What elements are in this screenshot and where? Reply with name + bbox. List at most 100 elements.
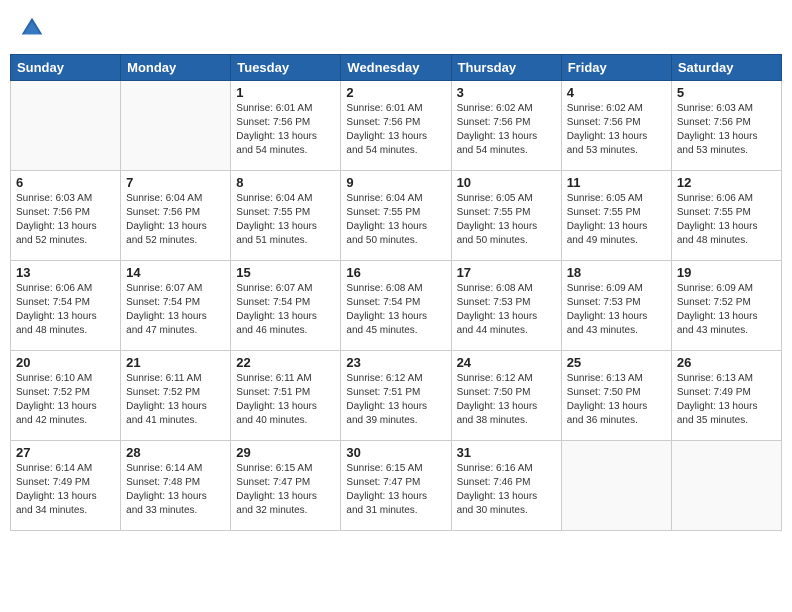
day-number: 31 xyxy=(457,445,556,460)
day-info: Sunrise: 6:06 AMSunset: 7:55 PMDaylight:… xyxy=(677,192,776,248)
day-number: 2 xyxy=(346,85,445,100)
calendar-week-row: 1 Sunrise: 6:01 AMSunset: 7:56 PMDaylight… xyxy=(11,81,782,171)
calendar-cell: 26 Sunrise: 6:13 AMSunset: 7:49 PMDayligh… xyxy=(671,351,781,441)
calendar-cell: 8 Sunrise: 6:04 AMSunset: 7:55 PMDaylight… xyxy=(231,171,341,261)
day-number: 5 xyxy=(677,85,776,100)
day-number: 11 xyxy=(567,175,666,190)
calendar-cell: 15Sunrise: 6:07 AMSunset: 7:54 PMDayligh… xyxy=(231,261,341,351)
page-header xyxy=(10,10,782,46)
day-info: Sunrise: 6:03 AMSunset: 7:56 PMDaylight:… xyxy=(677,102,776,158)
calendar-week-row: 6 Sunrise: 6:03 AMSunset: 7:56 PMDaylight… xyxy=(11,171,782,261)
day-info: Sunrise: 6:06 AMSunset: 7:54 PMDaylight:… xyxy=(16,282,115,338)
calendar-cell: 11 Sunrise: 6:05 AMSunset: 7:55 PMDayligh… xyxy=(561,171,671,261)
day-number: 4 xyxy=(567,85,666,100)
calendar-cell: 9 Sunrise: 6:04 AMSunset: 7:55 PMDaylight… xyxy=(341,171,451,261)
day-number: 28 xyxy=(126,445,225,460)
day-info: Sunrise: 6:09 AMSunset: 7:52 PMDaylight:… xyxy=(677,282,776,338)
day-info: Sunrise: 6:05 AMSunset: 7:55 PMDaylight:… xyxy=(457,192,556,248)
day-number: 18 xyxy=(567,265,666,280)
calendar-cell: 17 Sunrise: 6:08 AMSunset: 7:53 PMDayligh… xyxy=(451,261,561,351)
day-number: 27 xyxy=(16,445,115,460)
weekday-header: Sunday xyxy=(11,55,121,81)
day-number: 15 xyxy=(236,265,335,280)
weekday-header: Thursday xyxy=(451,55,561,81)
calendar-cell: 28 Sunrise: 6:14 AMSunset: 7:48 PMDayligh… xyxy=(121,441,231,531)
day-info: Sunrise: 6:04 AMSunset: 7:55 PMDaylight:… xyxy=(236,192,335,248)
day-number: 29 xyxy=(236,445,335,460)
weekday-header: Friday xyxy=(561,55,671,81)
calendar-cell: 19 Sunrise: 6:09 AMSunset: 7:52 PMDayligh… xyxy=(671,261,781,351)
day-number: 12 xyxy=(677,175,776,190)
day-number: 26 xyxy=(677,355,776,370)
calendar-cell: 12 Sunrise: 6:06 AMSunset: 7:55 PMDayligh… xyxy=(671,171,781,261)
calendar-cell: 24 Sunrise: 6:12 AMSunset: 7:50 PMDayligh… xyxy=(451,351,561,441)
calendar-cell: 20 Sunrise: 6:10 AMSunset: 7:52 PMDayligh… xyxy=(11,351,121,441)
day-number: 19 xyxy=(677,265,776,280)
day-info: Sunrise: 6:08 AMSunset: 7:53 PMDaylight:… xyxy=(457,282,556,338)
day-number: 24 xyxy=(457,355,556,370)
calendar-cell: 31 Sunrise: 6:16 AMSunset: 7:46 PMDayligh… xyxy=(451,441,561,531)
day-info: Sunrise: 6:09 AMSunset: 7:53 PMDaylight:… xyxy=(567,282,666,338)
day-number: 20 xyxy=(16,355,115,370)
day-number: 22 xyxy=(236,355,335,370)
calendar-week-row: 13 Sunrise: 6:06 AMSunset: 7:54 PMDayligh… xyxy=(11,261,782,351)
day-number: 23 xyxy=(346,355,445,370)
calendar-cell: 10 Sunrise: 6:05 AMSunset: 7:55 PMDayligh… xyxy=(451,171,561,261)
day-info: Sunrise: 6:13 AMSunset: 7:49 PMDaylight:… xyxy=(677,372,776,428)
calendar-week-row: 20 Sunrise: 6:10 AMSunset: 7:52 PMDayligh… xyxy=(11,351,782,441)
day-info: Sunrise: 6:14 AMSunset: 7:48 PMDaylight:… xyxy=(126,462,225,518)
weekday-header: Tuesday xyxy=(231,55,341,81)
calendar-cell: 25Sunrise: 6:13 AMSunset: 7:50 PMDayligh… xyxy=(561,351,671,441)
calendar-cell: 7Sunrise: 6:04 AMSunset: 7:56 PMDaylight… xyxy=(121,171,231,261)
day-info: Sunrise: 6:03 AMSunset: 7:56 PMDaylight:… xyxy=(16,192,115,248)
calendar-week-row: 27 Sunrise: 6:14 AMSunset: 7:49 PMDayligh… xyxy=(11,441,782,531)
calendar-cell xyxy=(121,81,231,171)
day-number: 8 xyxy=(236,175,335,190)
day-info: Sunrise: 6:08 AMSunset: 7:54 PMDaylight:… xyxy=(346,282,445,338)
calendar-cell xyxy=(561,441,671,531)
calendar-cell: 22 Sunrise: 6:11 AMSunset: 7:51 PMDayligh… xyxy=(231,351,341,441)
weekday-header: Monday xyxy=(121,55,231,81)
day-info: Sunrise: 6:01 AMSunset: 7:56 PMDaylight:… xyxy=(346,102,445,158)
day-info: Sunrise: 6:16 AMSunset: 7:46 PMDaylight:… xyxy=(457,462,556,518)
day-info: Sunrise: 6:10 AMSunset: 7:52 PMDaylight:… xyxy=(16,372,115,428)
day-info: Sunrise: 6:01 AMSunset: 7:56 PMDaylight:… xyxy=(236,102,335,158)
calendar-table: SundayMondayTuesdayWednesdayThursdayFrid… xyxy=(10,54,782,531)
day-number: 13 xyxy=(16,265,115,280)
calendar-cell: 13 Sunrise: 6:06 AMSunset: 7:54 PMDayligh… xyxy=(11,261,121,351)
calendar-cell: 1 Sunrise: 6:01 AMSunset: 7:56 PMDaylight… xyxy=(231,81,341,171)
day-info: Sunrise: 6:05 AMSunset: 7:55 PMDaylight:… xyxy=(567,192,666,248)
day-number: 14 xyxy=(126,265,225,280)
day-info: Sunrise: 6:07 AMSunset: 7:54 PMDaylight:… xyxy=(126,282,225,338)
day-info: Sunrise: 6:02 AMSunset: 7:56 PMDaylight:… xyxy=(567,102,666,158)
day-info: Sunrise: 6:11 AMSunset: 7:51 PMDaylight:… xyxy=(236,372,335,428)
day-number: 16 xyxy=(346,265,445,280)
calendar-cell: 30Sunrise: 6:15 AMSunset: 7:47 PMDayligh… xyxy=(341,441,451,531)
day-number: 9 xyxy=(346,175,445,190)
calendar-cell: 5 Sunrise: 6:03 AMSunset: 7:56 PMDaylight… xyxy=(671,81,781,171)
day-info: Sunrise: 6:15 AMSunset: 7:47 PMDaylight:… xyxy=(346,462,445,518)
calendar-cell: 3Sunrise: 6:02 AMSunset: 7:56 PMDaylight… xyxy=(451,81,561,171)
day-number: 10 xyxy=(457,175,556,190)
day-info: Sunrise: 6:14 AMSunset: 7:49 PMDaylight:… xyxy=(16,462,115,518)
day-info: Sunrise: 6:04 AMSunset: 7:55 PMDaylight:… xyxy=(346,192,445,248)
day-info: Sunrise: 6:15 AMSunset: 7:47 PMDaylight:… xyxy=(236,462,335,518)
calendar-cell xyxy=(671,441,781,531)
day-number: 17 xyxy=(457,265,556,280)
logo-icon xyxy=(18,14,46,42)
calendar-cell: 27 Sunrise: 6:14 AMSunset: 7:49 PMDayligh… xyxy=(11,441,121,531)
day-number: 1 xyxy=(236,85,335,100)
day-number: 21 xyxy=(126,355,225,370)
calendar-cell: 29 Sunrise: 6:15 AMSunset: 7:47 PMDayligh… xyxy=(231,441,341,531)
calendar-header-row: SundayMondayTuesdayWednesdayThursdayFrid… xyxy=(11,55,782,81)
day-info: Sunrise: 6:12 AMSunset: 7:51 PMDaylight:… xyxy=(346,372,445,428)
calendar-cell: 6 Sunrise: 6:03 AMSunset: 7:56 PMDaylight… xyxy=(11,171,121,261)
calendar-cell: 21 Sunrise: 6:11 AMSunset: 7:52 PMDayligh… xyxy=(121,351,231,441)
calendar-cell: 14 Sunrise: 6:07 AMSunset: 7:54 PMDayligh… xyxy=(121,261,231,351)
calendar-cell: 4 Sunrise: 6:02 AMSunset: 7:56 PMDaylight… xyxy=(561,81,671,171)
day-info: Sunrise: 6:12 AMSunset: 7:50 PMDaylight:… xyxy=(457,372,556,428)
calendar-cell: 2 Sunrise: 6:01 AMSunset: 7:56 PMDaylight… xyxy=(341,81,451,171)
calendar-cell: 18 Sunrise: 6:09 AMSunset: 7:53 PMDayligh… xyxy=(561,261,671,351)
day-number: 6 xyxy=(16,175,115,190)
day-info: Sunrise: 6:11 AMSunset: 7:52 PMDaylight:… xyxy=(126,372,225,428)
